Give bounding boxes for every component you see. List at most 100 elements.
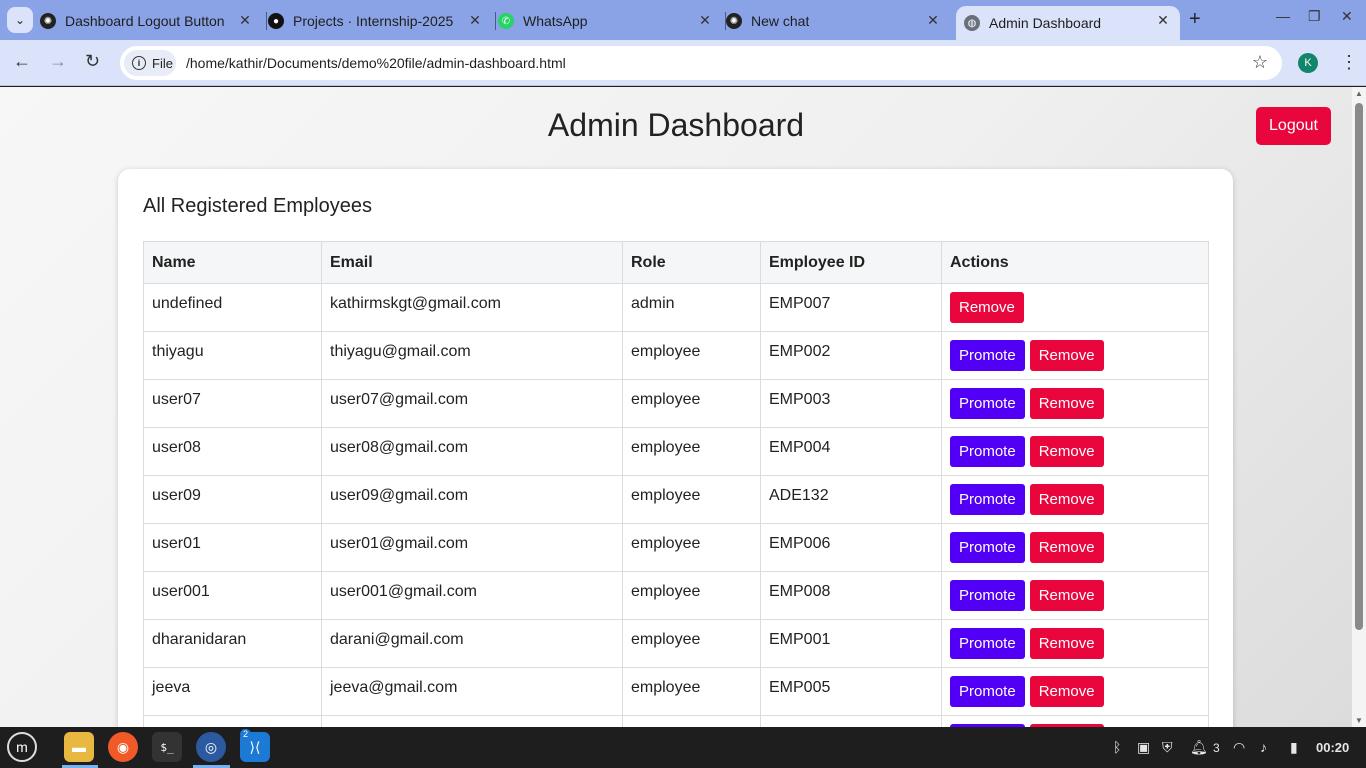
table-row: undefined kathirmskgt@gmail.com admin EMP00… <box>143 283 1209 332</box>
firefox-icon[interactable]: ◉ <box>108 732 138 762</box>
column-header-name: Name <box>143 241 322 284</box>
table-row: user001 user001@gmail.com employee EMP008 Pr… <box>143 571 1209 620</box>
promote-button[interactable]: Promote <box>950 340 1025 371</box>
tab-admin-dashboard[interactable]: ◍ Admin Dashboard ✕ <box>956 6 1180 40</box>
wifi-icon[interactable]: ◠ <box>1233 739 1245 756</box>
scrollbar-thumb[interactable] <box>1355 103 1363 630</box>
table-row: PromoteRemove <box>143 715 1209 727</box>
new-tab-icon[interactable]: + <box>1189 8 1201 31</box>
promote-button[interactable]: Promote <box>950 388 1025 419</box>
employees-table: Name Email Role Employee ID Actions unde… <box>143 241 1209 727</box>
page-title: Admin Dashboard <box>547 107 805 143</box>
chrome-icon[interactable]: ◎ <box>196 732 226 762</box>
cell-actions: PromoteRemove <box>941 523 1209 572</box>
table-row: dharanidaran darani@gmail.com employee EMP0… <box>143 619 1209 668</box>
cell-email: user07@gmail.com <box>321 379 623 428</box>
promote-button[interactable]: Promote <box>950 436 1025 467</box>
maximize-icon[interactable]: ❐ <box>1308 8 1321 25</box>
mint-menu-icon[interactable]: m <box>7 732 37 762</box>
cell-employee-id: EMP002 <box>760 331 942 380</box>
tab-projects-internship[interactable]: ● Projects · Internship-2025 ✕ <box>268 6 492 36</box>
chatgpt-icon: ✺ <box>40 13 56 29</box>
cell-name: user09 <box>143 475 322 524</box>
cell-email: thiyagu@gmail.com <box>321 331 623 380</box>
remove-button[interactable]: Remove <box>1029 532 1104 563</box>
cell-actions: Remove <box>941 283 1209 332</box>
cell-email: user001@gmail.com <box>321 571 623 620</box>
remove-button[interactable]: Remove <box>1029 388 1104 419</box>
remove-button[interactable]: Remove <box>1029 484 1104 515</box>
page-scrollbar[interactable]: ▲ ▼ <box>1352 87 1366 727</box>
table-row: user09 user09@gmail.com employee ADE132 Prom… <box>143 475 1209 524</box>
notification-count: 3 <box>1213 741 1220 755</box>
tab-separator <box>266 12 267 30</box>
cell-role: employee <box>622 523 761 572</box>
promote-button[interactable]: Promote <box>950 676 1025 707</box>
close-tab-icon[interactable]: ✕ <box>236 12 254 29</box>
scroll-down-icon[interactable]: ▼ <box>1355 716 1363 725</box>
bluetooth-icon[interactable]: ᛒ <box>1113 739 1121 755</box>
tab-new-chat[interactable]: ✺ New chat ✕ <box>726 6 950 36</box>
close-tab-icon[interactable]: ✕ <box>1154 12 1172 29</box>
bookmark-star-icon[interactable]: ☆ <box>1252 52 1268 73</box>
minimize-icon[interactable]: — <box>1276 8 1290 24</box>
tab-strip: ⌄ ✺ Dashboard Logout Button ✕ ● Projects… <box>0 0 1366 40</box>
logout-button[interactable]: Logout <box>1256 107 1331 145</box>
close-tab-icon[interactable]: ✕ <box>696 12 714 29</box>
clipboard-icon[interactable]: ▣ <box>1137 739 1150 756</box>
column-header-actions: Actions <box>941 241 1209 284</box>
tab-whatsapp[interactable]: ✆ WhatsApp ✕ <box>498 6 722 36</box>
clock[interactable]: 00:20 <box>1316 740 1349 755</box>
column-header-email: Email <box>321 241 623 284</box>
cell-actions: PromoteRemove <box>941 331 1209 380</box>
tab-dashboard-logout-button[interactable]: ✺ Dashboard Logout Button ✕ <box>40 6 262 36</box>
promote-button[interactable]: Promote <box>950 532 1025 563</box>
battery-icon[interactable]: ▮ <box>1290 739 1298 756</box>
cell-actions: PromoteRemove <box>941 427 1209 476</box>
reload-icon[interactable]: ↻ <box>85 51 100 72</box>
cell-role: admin <box>622 283 761 332</box>
cell-employee-id: EMP006 <box>760 523 942 572</box>
cell-role: employee <box>622 475 761 524</box>
notification-icon[interactable]: 🔔︎ <box>1190 739 1208 756</box>
whatsapp-icon: ✆ <box>498 13 514 29</box>
cell-actions: PromoteRemove <box>941 379 1209 428</box>
table-row: user01 user01@gmail.com employee EMP006 Prom… <box>143 523 1209 572</box>
url-text[interactable]: /home/kathir/Documents/demo%20file/admin… <box>186 55 566 71</box>
table-row: thiyagu thiyagu@gmail.com employee EMP002 Pr… <box>143 331 1209 380</box>
close-window-icon[interactable]: ✕ <box>1341 8 1353 25</box>
close-tab-icon[interactable]: ✕ <box>924 12 942 29</box>
table-row: user08 user08@gmail.com employee EMP004 Prom… <box>143 427 1209 476</box>
cell-name: jeeva <box>143 667 322 716</box>
cell-empty <box>622 715 761 727</box>
cell-role: employee <box>622 619 761 668</box>
remove-button[interactable]: Remove <box>1029 628 1104 659</box>
tab-search-button[interactable]: ⌄ <box>7 7 33 33</box>
promote-button[interactable]: Promote <box>950 580 1025 611</box>
remove-button[interactable]: Remove <box>1029 676 1104 707</box>
remove-button[interactable]: Remove <box>1029 580 1104 611</box>
cell-name: dharanidaran <box>143 619 322 668</box>
remove-button[interactable]: Remove <box>1029 340 1104 371</box>
files-icon[interactable]: ▬ <box>64 732 94 762</box>
menu-kebab-icon[interactable]: ⋮ <box>1340 52 1358 73</box>
close-tab-icon[interactable]: ✕ <box>466 12 484 29</box>
terminal-icon[interactable]: $_ <box>152 732 182 762</box>
cell-role: employee <box>622 379 761 428</box>
promote-button[interactable]: Promote <box>950 628 1025 659</box>
promote-button[interactable]: Promote <box>950 484 1025 515</box>
scroll-up-icon[interactable]: ▲ <box>1355 89 1363 98</box>
profile-avatar[interactable]: K <box>1298 53 1318 73</box>
forward-icon[interactable]: → <box>49 51 67 72</box>
address-bar[interactable]: i File /home/kathir/Documents/demo%20fil… <box>120 46 1282 80</box>
cell-name: user07 <box>143 379 322 428</box>
column-header-employee-id: Employee ID <box>760 241 942 284</box>
back-icon[interactable]: ← <box>13 51 31 72</box>
site-info-chip[interactable]: i File <box>124 50 176 76</box>
remove-button[interactable]: Remove <box>950 292 1024 323</box>
shield-icon[interactable]: ⛨ <box>1162 739 1173 756</box>
remove-button[interactable]: Remove <box>1029 436 1104 467</box>
employees-card: All Registered Employees Name Email Role… <box>118 169 1233 727</box>
volume-icon[interactable]: ♪ <box>1260 739 1267 755</box>
cell-email: user09@gmail.com <box>321 475 623 524</box>
